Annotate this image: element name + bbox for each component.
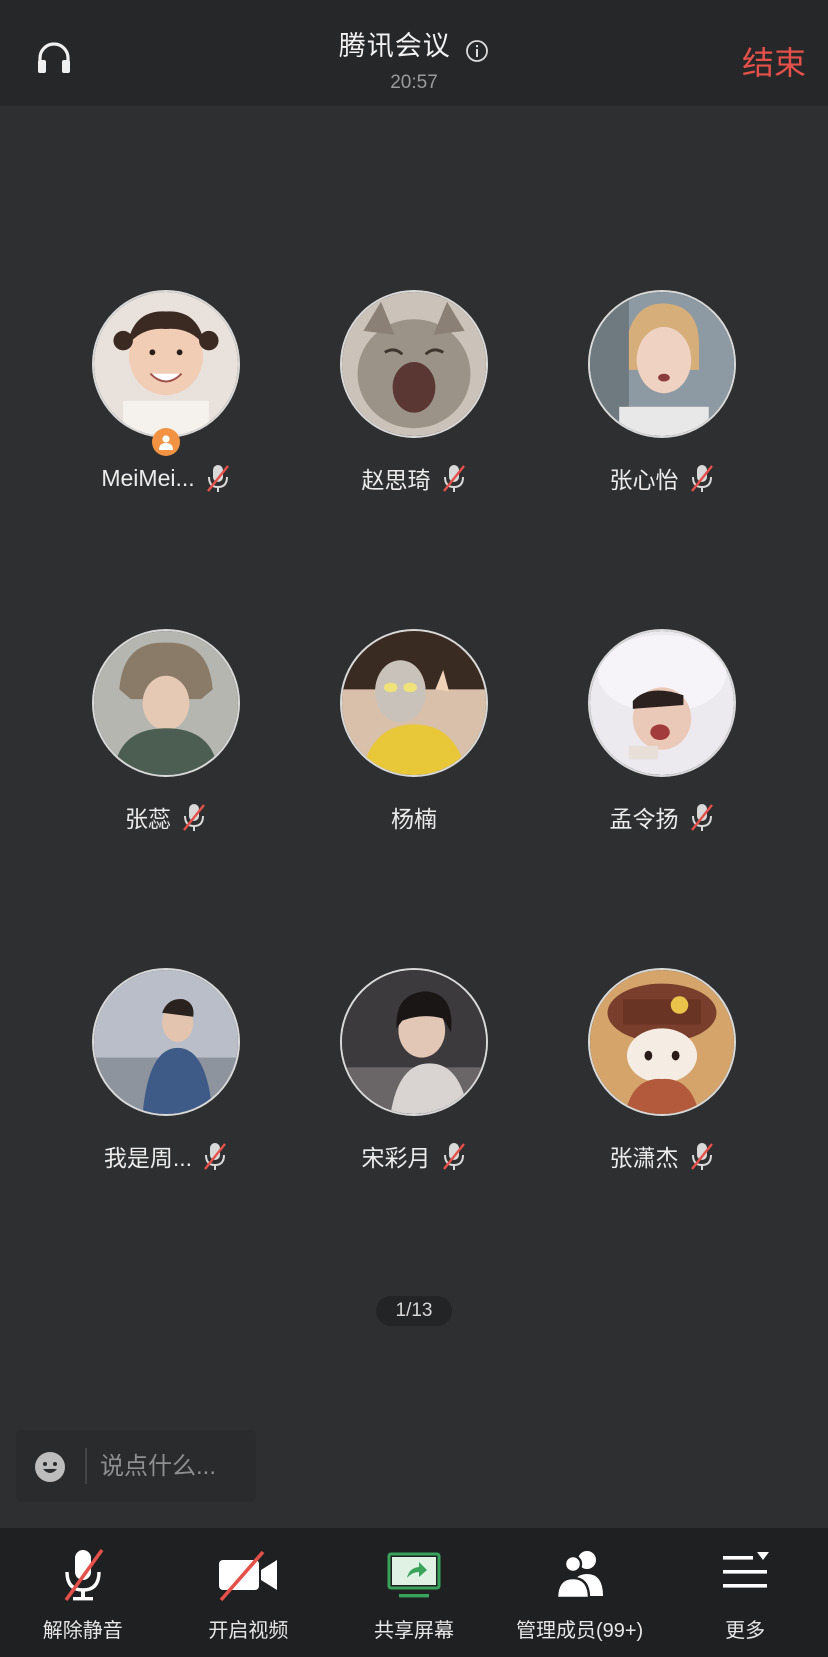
participant-name-row: 张心怡	[539, 458, 785, 498]
participant-name-row: 我是周...	[43, 1136, 289, 1176]
participant-tile[interactable]: 张潇杰	[539, 968, 785, 1178]
participant-tile[interactable]: MeiMei...	[43, 290, 289, 500]
start-video-button[interactable]: 开启视频	[166, 1528, 332, 1657]
host-icon	[159, 435, 173, 450]
chat-box	[16, 1430, 256, 1502]
participant-name-row: 张潇杰	[539, 1136, 785, 1176]
meeting-title-row: 腾讯会议	[0, 24, 828, 63]
participant-tile[interactable]: 宋彩月	[291, 968, 537, 1178]
top-bar: 腾讯会议 20:57 结束	[0, 0, 828, 106]
mic-muted-icon	[442, 1143, 465, 1170]
meeting-time: 20:57	[390, 72, 438, 93]
members-icon	[555, 1551, 603, 1600]
more-button[interactable]: 更多	[662, 1528, 828, 1657]
share-screen-label: 共享屏幕	[373, 1620, 454, 1642]
mic-muted-icon	[206, 465, 229, 492]
participant-tile[interactable]: 孟令扬	[539, 629, 785, 839]
avatar	[92, 290, 240, 438]
participant-name: 张蕊	[125, 806, 171, 832]
avatar	[588, 290, 736, 438]
participant-name: 孟令扬	[609, 806, 679, 832]
participant-name: 杨楠	[391, 806, 437, 832]
end-meeting-button[interactable]: 结束	[742, 38, 806, 84]
participant-name-row: 杨楠	[291, 797, 537, 837]
meeting-title: 腾讯会议	[338, 31, 451, 61]
mic-muted-icon	[64, 1548, 104, 1602]
info-icon[interactable]	[465, 39, 489, 63]
emoji-icon[interactable]	[34, 1451, 66, 1483]
participant-name: 张潇杰	[609, 1145, 679, 1171]
participant-tile[interactable]: 杨楠	[291, 629, 537, 839]
participant-name: 张心怡	[609, 467, 679, 493]
participant-name: 赵思琦	[361, 467, 431, 493]
avatar	[340, 290, 488, 438]
mic-muted-icon	[690, 804, 713, 831]
participant-name-row: 张蕊	[43, 797, 289, 837]
participant-tile[interactable]: 我是周...	[43, 968, 289, 1178]
manage-members-label: 管理成员(99+)	[515, 1620, 644, 1642]
participant-name: 宋彩月	[361, 1145, 431, 1171]
page-indicator[interactable]: 1/13	[376, 1296, 452, 1326]
share-screen-button[interactable]: 共享屏幕	[331, 1528, 497, 1657]
share-screen-icon	[387, 1552, 441, 1598]
unmute-button[interactable]: 解除静音	[0, 1528, 166, 1657]
participant-name-row: 孟令扬	[539, 797, 785, 837]
chat-divider	[85, 1448, 87, 1484]
avatar	[92, 629, 240, 777]
participant-tile[interactable]: 张心怡	[539, 290, 785, 500]
avatar	[588, 629, 736, 777]
host-badge	[152, 428, 180, 456]
more-icon	[723, 1552, 770, 1588]
bottom-toolbar: 解除静音 开启视频 共享屏幕 管理成员(99+) 更多	[0, 1528, 828, 1657]
avatar	[92, 968, 240, 1116]
camera-off-icon	[219, 1550, 278, 1602]
avatar	[340, 968, 488, 1116]
participant-name-row: 宋彩月	[291, 1136, 537, 1176]
participant-tile[interactable]: 赵思琦	[291, 290, 537, 500]
mic-muted-icon	[183, 804, 205, 831]
avatar	[588, 968, 736, 1116]
participant-tile[interactable]: 张蕊	[43, 629, 289, 839]
participant-name-row: 赵思琦	[291, 458, 537, 498]
avatar	[340, 629, 488, 777]
manage-members-button[interactable]: 管理成员(99+)	[497, 1528, 663, 1657]
mic-muted-icon	[690, 1143, 713, 1170]
mic-muted-icon	[690, 465, 713, 492]
mic-muted-icon	[442, 465, 465, 492]
unmute-label: 解除静音	[42, 1620, 123, 1642]
participant-name-row: MeiMei...	[43, 458, 289, 498]
mic-muted-icon	[204, 1143, 227, 1170]
start-video-label: 开启视频	[208, 1620, 289, 1642]
chat-input[interactable]	[98, 1446, 252, 1488]
participant-name: MeiMei...	[101, 464, 195, 491]
participant-name: 我是周...	[103, 1145, 193, 1171]
more-label: 更多	[725, 1620, 766, 1642]
